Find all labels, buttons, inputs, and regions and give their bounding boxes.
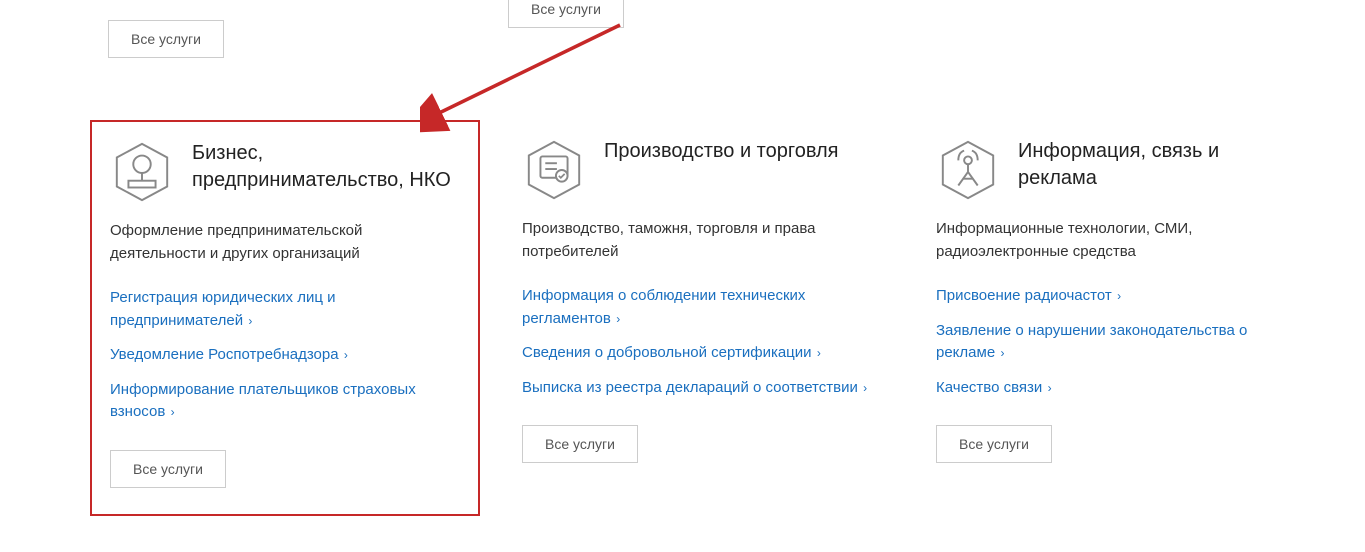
service-link[interactable]: Заявление о нарушении законодательства о… [936, 320, 1290, 365]
service-card-production: Производство и торговля Производство, та… [504, 120, 894, 516]
service-link[interactable]: Качество связи › [936, 377, 1290, 400]
card-title: Бизнес, предпринимательство, НКО [192, 140, 460, 194]
chevron-right-icon: › [341, 348, 348, 362]
service-link[interactable]: Присвоение радиочастот › [936, 285, 1290, 308]
service-link[interactable]: Регистрация юридических лиц и предприним… [110, 287, 460, 332]
service-link-label: Информирование плательщиков страховых вз… [110, 381, 416, 421]
service-card-information: Информация, связь и реклама Информационн… [918, 120, 1308, 516]
stamp-icon [110, 140, 174, 204]
card-title: Производство и торговля [604, 138, 839, 165]
certificate-icon [522, 138, 586, 202]
chevron-right-icon: › [245, 314, 252, 328]
service-link[interactable]: Выписка из реестра деклараций о соответс… [522, 377, 876, 400]
all-services-button[interactable]: Все услуги [522, 425, 638, 463]
card-subtitle: Информационные технологии, СМИ, радиоэле… [936, 218, 1290, 263]
card-title: Информация, связь и реклама [1018, 138, 1290, 192]
service-card-business: Бизнес, предпринимательство, НКО Оформле… [90, 120, 480, 516]
all-services-button-top-center[interactable]: Все услуги [508, 0, 624, 28]
service-link-label: Качество связи [936, 379, 1042, 396]
card-subtitle: Оформление предпринимательской деятельно… [110, 220, 460, 265]
service-link-label: Заявление о нарушении законодательства о… [936, 322, 1247, 362]
chevron-right-icon: › [814, 346, 821, 360]
service-link[interactable]: Информация о соблюдении технических регл… [522, 285, 876, 330]
chevron-right-icon: › [167, 405, 174, 419]
chevron-right-icon: › [997, 346, 1004, 360]
service-link-label: Регистрация юридических лиц и предприним… [110, 289, 336, 329]
service-link[interactable]: Информирование плательщиков страховых вз… [110, 379, 460, 424]
service-link-label: Информация о соблюдении технических регл… [522, 287, 805, 327]
service-link[interactable]: Уведомление Роспотребнадзора › [110, 344, 460, 367]
service-link-label: Присвоение радиочастот [936, 287, 1112, 304]
chevron-right-icon: › [1114, 289, 1121, 303]
chevron-right-icon: › [1044, 381, 1051, 395]
card-subtitle: Производство, таможня, торговля и права … [522, 218, 876, 263]
chevron-right-icon: › [613, 312, 620, 326]
service-link-label: Сведения о добровольной сертификации [522, 344, 812, 361]
all-services-button[interactable]: Все услуги [110, 450, 226, 488]
service-link[interactable]: Сведения о добровольной сертификации › [522, 342, 876, 365]
all-services-button[interactable]: Все услуги [936, 425, 1052, 463]
all-services-button-top-left[interactable]: Все услуги [108, 20, 224, 58]
service-link-label: Выписка из реестра деклараций о соответс… [522, 379, 858, 396]
chevron-right-icon: › [860, 381, 867, 395]
antenna-icon [936, 138, 1000, 202]
service-link-label: Уведомление Роспотребнадзора [110, 346, 339, 363]
